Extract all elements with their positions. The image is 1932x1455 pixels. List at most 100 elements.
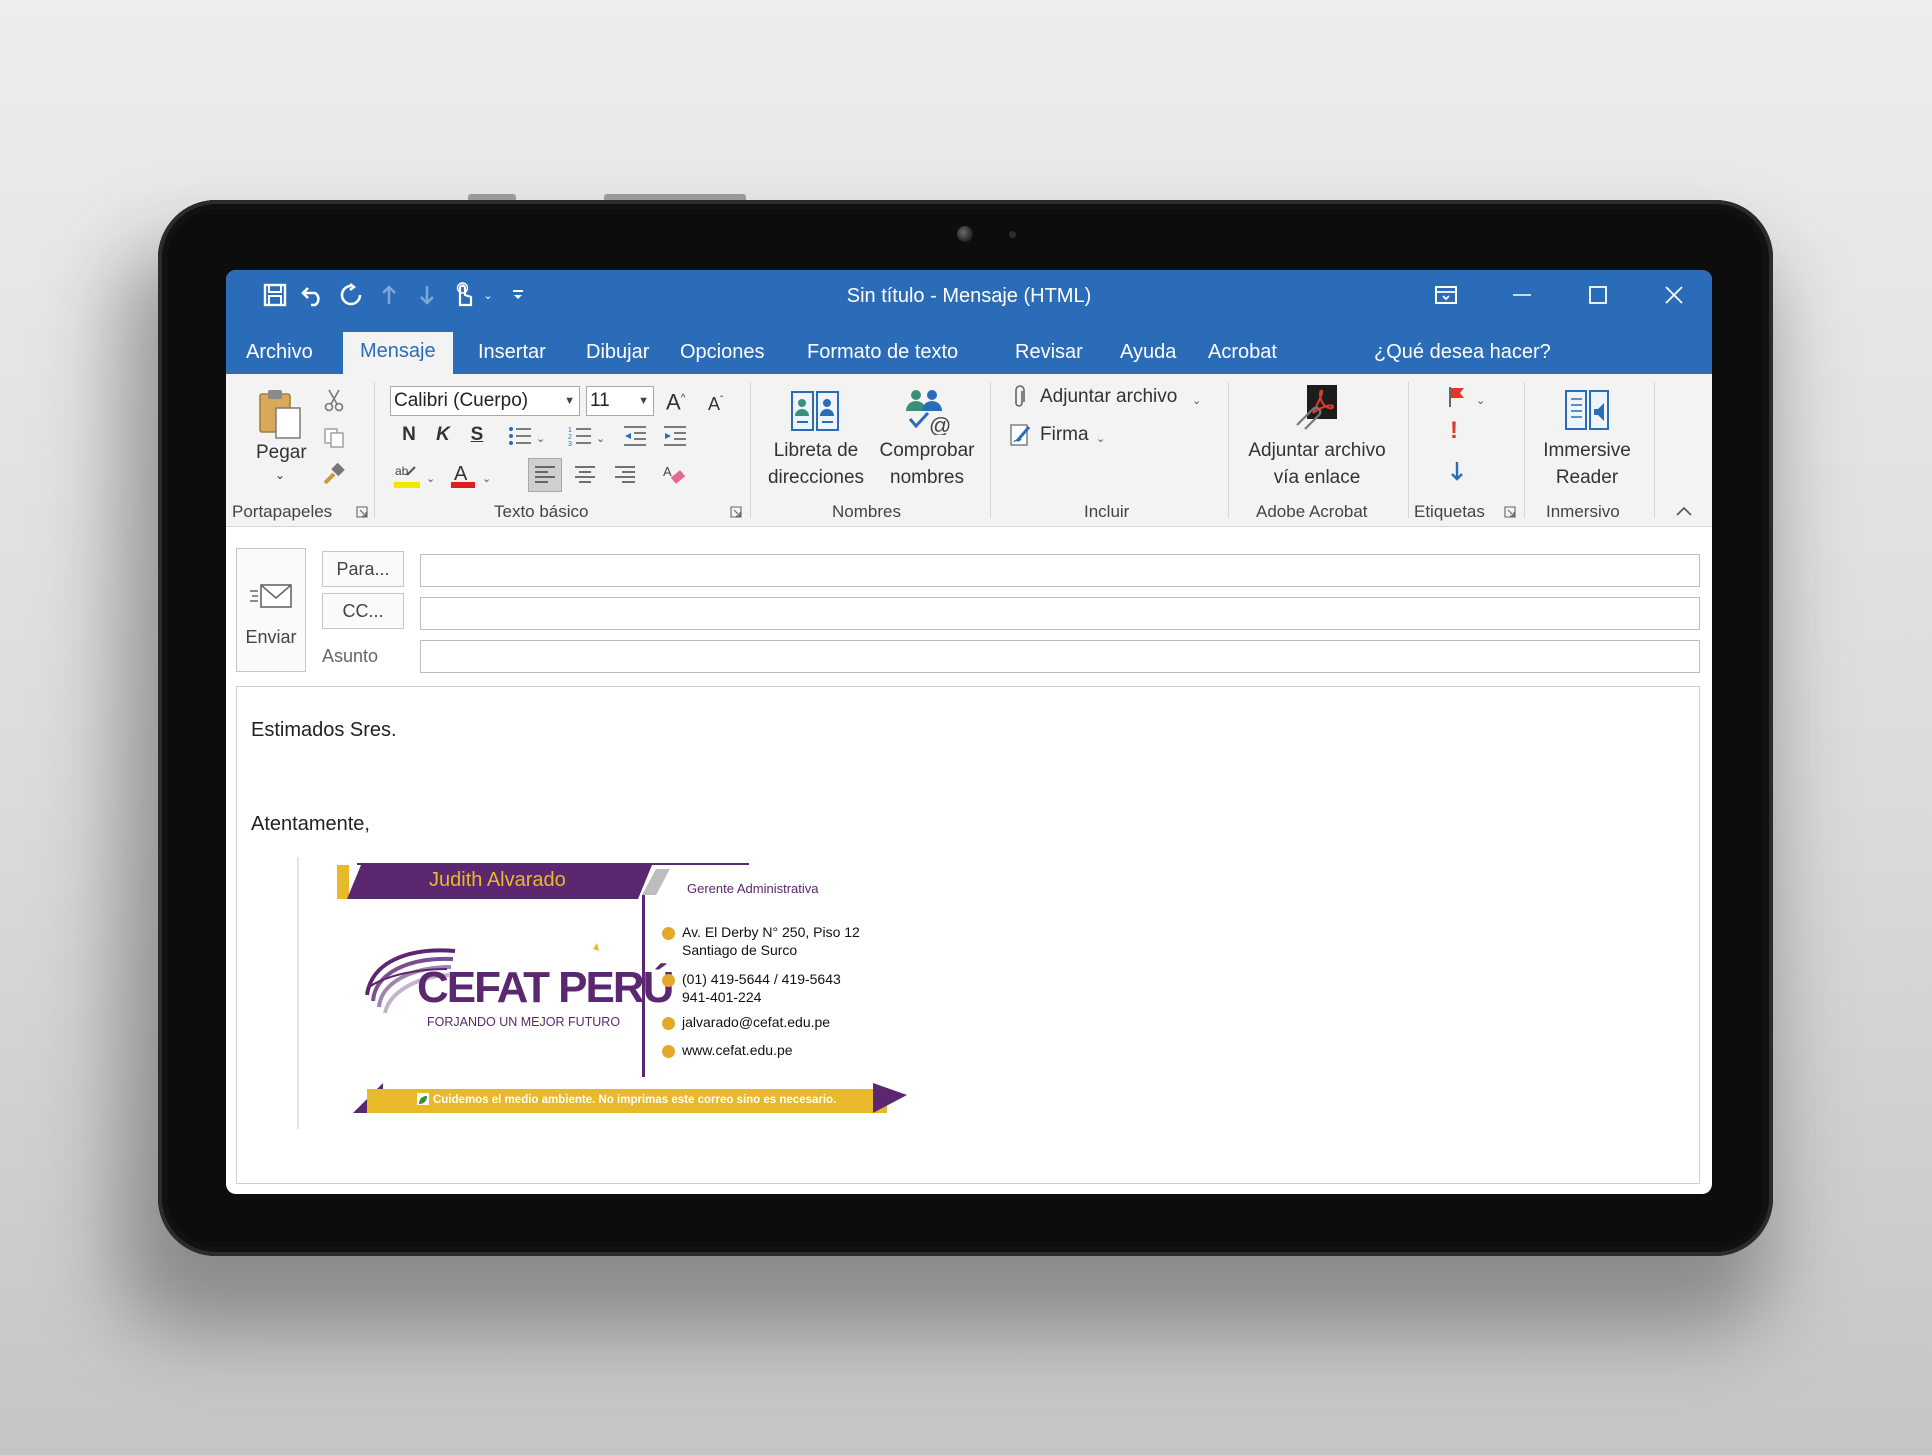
cc-button[interactable]: CC... <box>322 593 404 629</box>
signature-email[interactable]: jalvarado@cefat.edu.pe <box>682 1013 830 1031</box>
camera-icon <box>957 226 973 242</box>
italic-button[interactable]: K <box>428 424 458 446</box>
bold-button[interactable]: N <box>394 424 424 446</box>
tab-ayuda[interactable]: Ayuda <box>1108 334 1188 374</box>
cut-icon[interactable] <box>320 386 348 414</box>
location-icon <box>662 927 675 940</box>
attach-file-button[interactable]: Adjuntar archivo <box>1040 384 1177 410</box>
ribbon-display-options-icon[interactable] <box>1426 278 1466 312</box>
shrink-font-icon[interactable]: Aˇ <box>708 388 723 417</box>
low-importance-icon[interactable] <box>1444 458 1470 484</box>
high-importance-icon[interactable]: ! <box>1450 418 1458 444</box>
acrobat-attach-icon[interactable] <box>1292 382 1342 434</box>
greeting-text: Estimados Sres. <box>251 719 397 741</box>
bullets-dropdown-icon[interactable]: ⌄ <box>536 426 545 452</box>
group-label-texto-basico: Texto básico <box>494 502 589 521</box>
font-color-icon[interactable]: A <box>448 460 478 490</box>
tab-revisar[interactable]: Revisar <box>1003 334 1095 374</box>
clear-formatting-icon[interactable]: A <box>658 458 692 492</box>
attach-via-link-line2[interactable]: vía enlace <box>1242 465 1392 491</box>
tab-archivo[interactable]: Archivo <box>234 334 325 374</box>
tab-formato-de-texto[interactable]: Formato de texto <box>795 334 970 374</box>
email-icon <box>662 1017 675 1030</box>
maximize-icon[interactable] <box>1578 278 1618 312</box>
paste-dropdown-icon[interactable]: ⌄ <box>270 462 290 488</box>
font-name-combo[interactable]: Calibri (Cuerpo) ▼ <box>390 386 580 416</box>
group-separator <box>1228 382 1229 518</box>
grow-font-icon[interactable]: A^ <box>666 386 685 415</box>
group-separator <box>750 382 751 518</box>
clipboard-launcher-icon[interactable] <box>354 504 370 520</box>
address-line1: Av. El Derby N° 250, Piso 12 <box>682 924 860 940</box>
decrease-indent-icon[interactable] <box>620 422 650 450</box>
signature-website[interactable]: www.cefat.edu.pe <box>682 1041 793 1059</box>
svg-text:A: A <box>663 464 672 479</box>
tab-mensaje[interactable]: Mensaje <box>343 332 453 374</box>
address-book-label-line1[interactable]: Libreta de <box>766 438 866 464</box>
font-color-dropdown-icon[interactable]: ⌄ <box>482 466 491 492</box>
paste-icon[interactable] <box>254 388 306 440</box>
title-bar: ⌄ Sin título - Mensaje (HTML) <box>226 270 1712 322</box>
close-icon[interactable] <box>1654 278 1694 312</box>
highlight-dropdown-icon[interactable]: ⌄ <box>426 466 435 492</box>
minimize-icon[interactable] <box>1502 278 1542 312</box>
paperclip-icon <box>1008 384 1030 410</box>
to-field[interactable] <box>420 554 1700 587</box>
signature-button[interactable]: Firma <box>1040 422 1089 448</box>
send-label: Enviar <box>245 627 297 647</box>
message-body[interactable]: Estimados Sres. Atentamente, Judith Alva… <box>236 686 1700 1184</box>
immersive-reader-label-line1[interactable]: Immersive <box>1532 438 1642 464</box>
to-button[interactable]: Para... <box>322 551 404 587</box>
check-names-icon[interactable]: @ <box>898 384 956 436</box>
cc-field[interactable] <box>420 597 1700 630</box>
font-size-combo[interactable]: 11 ▼ <box>586 386 654 416</box>
check-names-label-line1[interactable]: Comprobar <box>874 438 980 464</box>
leaf-icon <box>417 1093 429 1105</box>
immersive-reader-icon[interactable] <box>1560 384 1616 436</box>
svg-text:3: 3 <box>568 441 572 447</box>
align-right-icon[interactable] <box>608 458 642 492</box>
phone-line2: 941-401-224 <box>682 989 762 1005</box>
tab-opciones[interactable]: Opciones <box>668 334 777 374</box>
svg-text:ab: ab <box>395 464 409 478</box>
format-painter-icon[interactable] <box>320 460 348 488</box>
numbering-dropdown-icon[interactable]: ⌄ <box>596 426 605 452</box>
bullets-icon[interactable] <box>506 422 534 450</box>
highlight-icon[interactable]: ab <box>392 460 422 490</box>
font-name-value: Calibri (Cuerpo) <box>394 390 529 411</box>
font-launcher-icon[interactable] <box>728 504 744 520</box>
tab-acrobat[interactable]: Acrobat <box>1196 334 1289 374</box>
subject-field[interactable] <box>420 640 1700 673</box>
tab-insertar[interactable]: Insertar <box>466 334 558 374</box>
numbering-icon[interactable]: 123 <box>566 422 594 450</box>
signature-dropdown-icon[interactable]: ⌄ <box>1096 426 1105 452</box>
copy-icon[interactable] <box>320 424 348 452</box>
send-button[interactable]: Enviar <box>236 548 306 672</box>
collapse-ribbon-icon[interactable] <box>1674 502 1694 520</box>
check-names-label-line2[interactable]: nombres <box>874 465 980 491</box>
signature-role: Gerente Administrativa <box>687 881 819 896</box>
align-left-icon[interactable] <box>528 458 562 492</box>
increase-indent-icon[interactable] <box>660 422 690 450</box>
globe-icon <box>662 1045 675 1058</box>
tell-me-search[interactable]: ¿Qué desea hacer? <box>1362 334 1563 374</box>
flag-dropdown-icon[interactable]: ⌄ <box>1476 388 1485 414</box>
follow-up-flag-icon[interactable] <box>1444 384 1470 410</box>
address-book-icon[interactable] <box>786 384 844 436</box>
chevron-down-icon: ▼ <box>564 395 575 407</box>
underline-button[interactable]: S <box>462 424 492 446</box>
align-center-icon[interactable] <box>568 458 602 492</box>
footer-right-wedge <box>873 1083 907 1113</box>
send-icon <box>247 579 297 613</box>
logo-wordmark: CEFAT PERÚ <box>417 963 674 1012</box>
group-label-etiquetas: Etiquetas <box>1414 502 1485 521</box>
attach-file-dropdown-icon[interactable]: ⌄ <box>1192 388 1201 414</box>
attach-via-link-line1[interactable]: Adjuntar archivo <box>1242 438 1392 464</box>
group-separator <box>1524 382 1525 518</box>
address-line2: Santiago de Surco <box>682 942 798 958</box>
email-signature: Judith Alvarado Gerente Administrativa C… <box>297 857 917 1137</box>
immersive-reader-label-line2[interactable]: Reader <box>1532 465 1642 491</box>
address-book-label-line2[interactable]: direcciones <box>766 465 866 491</box>
tags-launcher-icon[interactable] <box>1502 504 1518 520</box>
tab-dibujar[interactable]: Dibujar <box>574 334 661 374</box>
